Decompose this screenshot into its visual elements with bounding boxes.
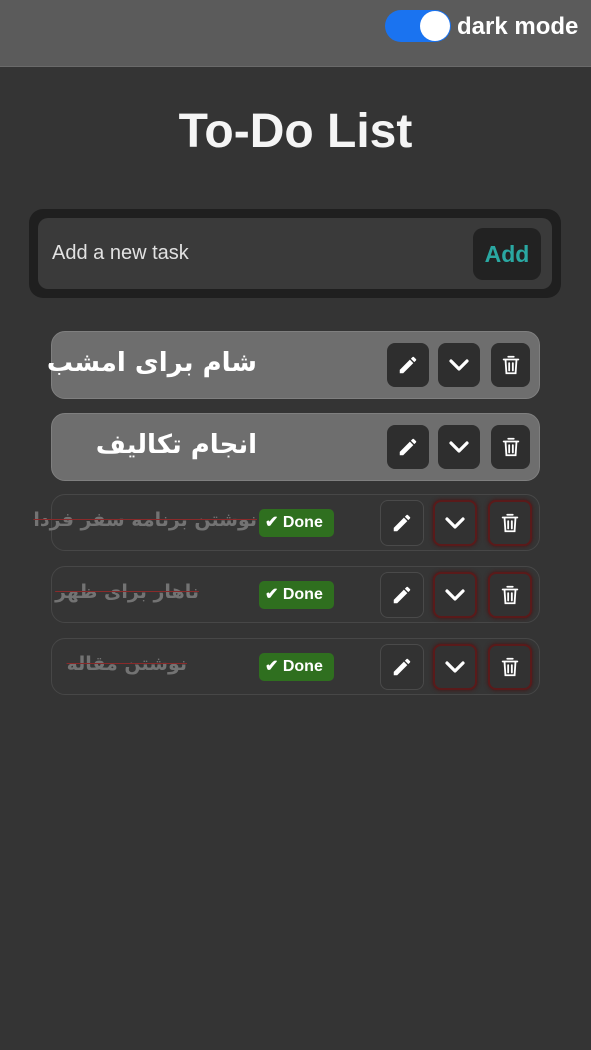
task-item-done: نوشتن برنامه سفر فردا ✔ Done [33, 494, 540, 551]
top-bar: dark mode [0, 0, 591, 67]
pencil-icon [391, 656, 413, 678]
expand-button[interactable] [433, 572, 477, 618]
trash-icon [500, 436, 522, 458]
expand-button[interactable] [433, 500, 477, 546]
page-title: To-Do List [178, 105, 413, 158]
done-badge: ✔ Done [259, 509, 334, 537]
add-task-field-wrapper: Add [38, 218, 552, 289]
delete-button[interactable] [491, 343, 530, 387]
pencil-icon [397, 436, 419, 458]
add-button[interactable]: Add [473, 228, 541, 280]
trash-icon [499, 584, 521, 606]
task-text: ناهار برای ظهر [55, 581, 199, 603]
pencil-icon [397, 354, 419, 376]
trash-icon [500, 354, 522, 376]
chevron-down-icon [447, 353, 471, 377]
task-item-done: ناهار برای ظهر ✔ Done [51, 566, 540, 623]
delete-button[interactable] [488, 644, 532, 690]
task-item-done: نوشتن مقاله ✔ Done [51, 638, 540, 695]
pencil-icon [391, 512, 413, 534]
chevron-down-icon [443, 583, 467, 607]
edit-button[interactable] [380, 572, 424, 618]
edit-button[interactable] [387, 425, 429, 469]
expand-button[interactable] [433, 644, 477, 690]
task-text: نوشتن برنامه سفر فردا [33, 509, 257, 531]
delete-button[interactable] [488, 500, 532, 546]
task-item: شام برای امشب [47, 331, 540, 399]
expand-button[interactable] [438, 425, 480, 469]
dark-mode-toggle[interactable] [385, 10, 451, 42]
task-item: انجام تکالیف [51, 413, 540, 481]
done-badge: ✔ Done [259, 581, 334, 609]
toggle-knob [420, 11, 450, 41]
done-badge: ✔ Done [259, 653, 334, 681]
task-text: انجام تکالیف [95, 430, 257, 460]
trash-icon [499, 656, 521, 678]
task-text: نوشتن مقاله [66, 653, 187, 675]
task-text: شام برای امشب [46, 348, 257, 378]
delete-button[interactable] [488, 572, 532, 618]
dark-mode-label: dark mode [457, 13, 579, 40]
edit-button[interactable] [387, 343, 429, 387]
pencil-icon [391, 584, 413, 606]
edit-button[interactable] [380, 500, 424, 546]
delete-button[interactable] [491, 425, 530, 469]
chevron-down-icon [443, 655, 467, 679]
trash-icon [499, 512, 521, 534]
chevron-down-icon [443, 511, 467, 535]
new-task-input[interactable] [52, 231, 452, 275]
edit-button[interactable] [380, 644, 424, 690]
add-task-form: Add [29, 209, 561, 298]
expand-button[interactable] [438, 343, 480, 387]
chevron-down-icon [447, 435, 471, 459]
